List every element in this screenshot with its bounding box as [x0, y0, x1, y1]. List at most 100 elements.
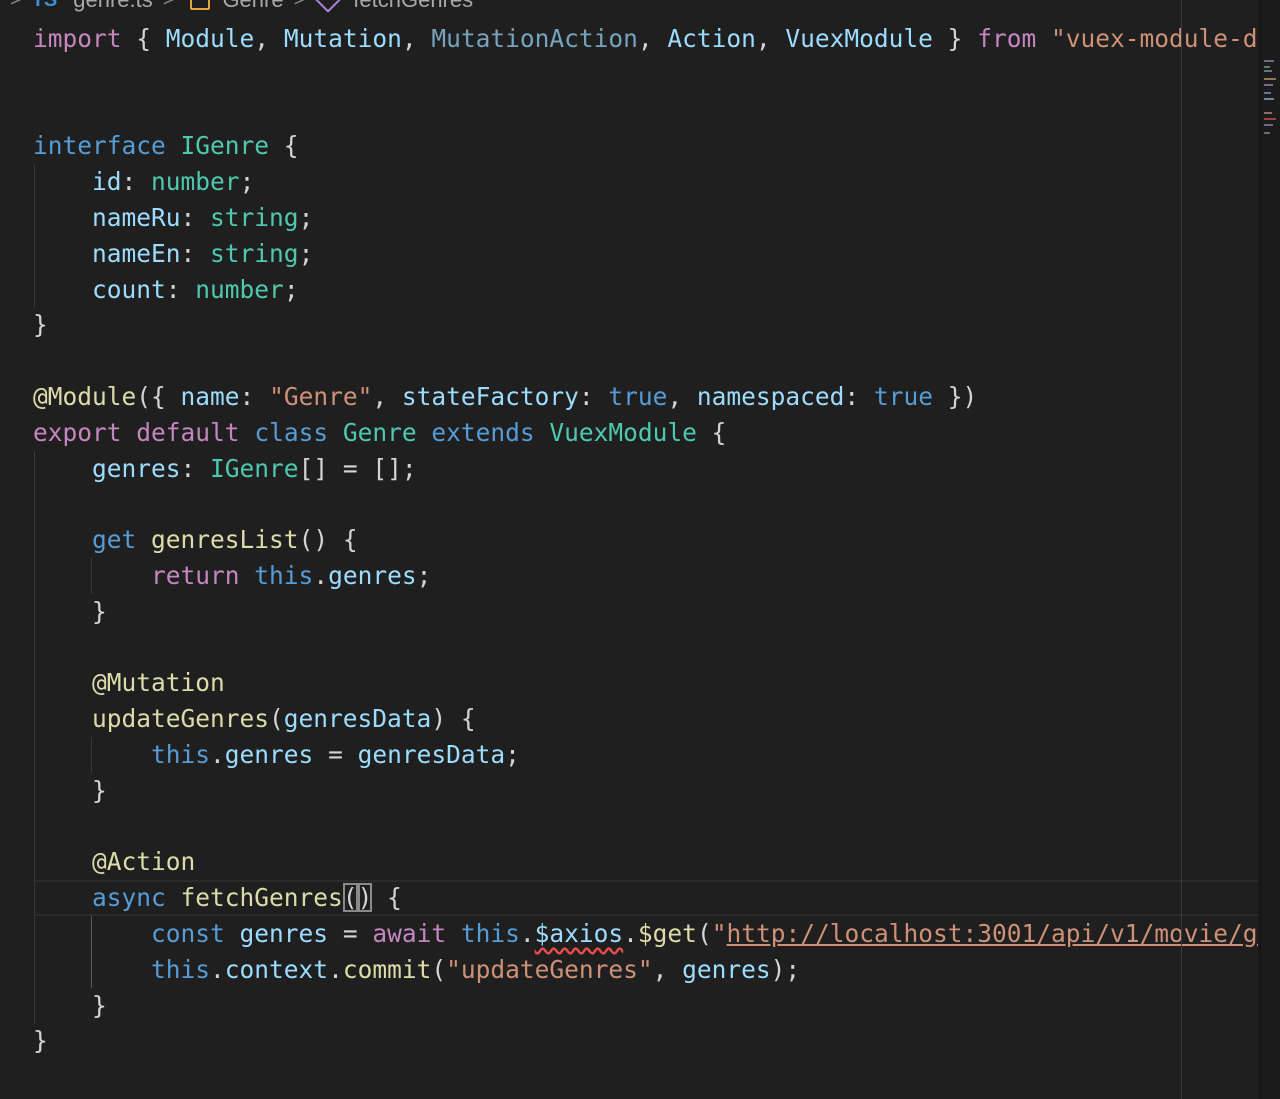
minimap[interactable] [1262, 0, 1280, 1099]
code-line: this.context.commit("updateGenres", genr… [0, 952, 1262, 988]
breadcrumb: > TS genre.ts > Genre > fetchGenres [0, 0, 473, 14]
code-token: } [33, 310, 48, 340]
code-token: stateFactory [401, 381, 579, 411]
minimap-line [1264, 112, 1272, 114]
code-editor[interactable]: > TS genre.ts > Genre > fetchGenres impo… [0, 0, 1280, 1099]
code-token: ); [770, 954, 801, 984]
code-token: : [239, 381, 270, 411]
code-token: number [151, 167, 240, 197]
code-token: = [313, 739, 358, 769]
breadcrumb-method[interactable]: fetchGenres [353, 0, 473, 13]
minimap-line [1264, 92, 1271, 94]
code-token: async [92, 883, 166, 913]
code-token: . [328, 954, 343, 984]
code-token: export [33, 417, 122, 447]
code-token: ; [505, 739, 520, 769]
breadcrumb-class[interactable]: Genre [222, 0, 283, 13]
code-token: , [637, 24, 668, 53]
code-token: Genre [342, 417, 417, 447]
code-line: id: number; [0, 164, 1262, 200]
code-token: ) [357, 883, 373, 913]
code-token: : [180, 238, 211, 268]
code-token: @Mutation [92, 668, 225, 698]
code-line: } [0, 594, 1262, 630]
editor-ruler [1181, 0, 1182, 1099]
code-token: this [460, 918, 520, 948]
code-token: ({ [136, 381, 181, 411]
code-token: interface [33, 131, 166, 161]
code-token: ; [283, 274, 299, 304]
code-token-error[interactable]: $axios [535, 919, 624, 948]
code-token: IGenre [210, 453, 299, 483]
code-line: get genresList() { [0, 522, 1262, 558]
code-token: genresList [151, 525, 299, 555]
class-icon [190, 0, 211, 10]
code-line: this.genres = genresData; [0, 737, 1262, 773]
code-token: { [121, 24, 166, 53]
code-token: class [254, 417, 329, 447]
code-token: genres [92, 453, 181, 483]
code-token: Mutation [283, 24, 402, 53]
code-token: } [92, 990, 107, 1020]
code-line: updateGenres(genresData) { [0, 701, 1262, 737]
text-cursor [356, 885, 359, 912]
minimap-line [1264, 132, 1270, 134]
code-token: namespaced [696, 381, 845, 411]
code-token: , [401, 24, 432, 53]
code-token: context [224, 954, 329, 984]
code-token: ; [298, 202, 314, 232]
code-token: { [696, 417, 727, 447]
code-link[interactable]: http://localhost:3001/api/v1/movie/genr [726, 919, 1280, 948]
breadcrumb-file[interactable]: genre.ts [73, 0, 153, 13]
code-line: nameRu: string; [0, 200, 1262, 236]
code-token: . [519, 918, 535, 948]
code-token: name [180, 381, 240, 411]
code-token: ; [416, 560, 432, 590]
minimap-line [1264, 70, 1272, 72]
minimap-line [1264, 84, 1273, 86]
code-token: this [151, 739, 211, 769]
code-line: const genres = await this.$axios.$get("h… [0, 916, 1280, 952]
code-token: , [667, 381, 697, 411]
code-token: [] = []; [298, 453, 417, 483]
code-token: nameEn [92, 238, 181, 268]
code-token: , [254, 24, 284, 53]
code-area[interactable]: import { Module, Mutation, MutationActio… [0, 21, 1280, 1059]
code-line: } [0, 307, 1262, 343]
minimap-line [1264, 60, 1274, 62]
code-token: "Genre" [269, 381, 373, 411]
code-line: } [0, 773, 1262, 809]
code-line: @Mutation [0, 665, 1262, 701]
code-token: extends [431, 417, 535, 447]
code-token: Module [165, 24, 255, 53]
code-token: ( [269, 704, 284, 734]
code-token: commit [342, 954, 432, 984]
code-token: MutationAction [431, 24, 638, 53]
code-token: count [92, 274, 166, 304]
code-token: , [652, 954, 683, 984]
code-token: @Action [92, 847, 196, 877]
code-token: : [180, 453, 211, 483]
code-token: true [873, 381, 933, 411]
bracket-match: ( [342, 883, 358, 913]
code-token: { [269, 131, 299, 161]
code-token: get [92, 525, 137, 555]
code-token: , [755, 24, 786, 53]
code-token: , [372, 381, 402, 411]
code-token: : [121, 167, 152, 197]
code-token: from [977, 24, 1037, 53]
code-token: } [92, 596, 107, 626]
code-token: number [195, 274, 284, 304]
